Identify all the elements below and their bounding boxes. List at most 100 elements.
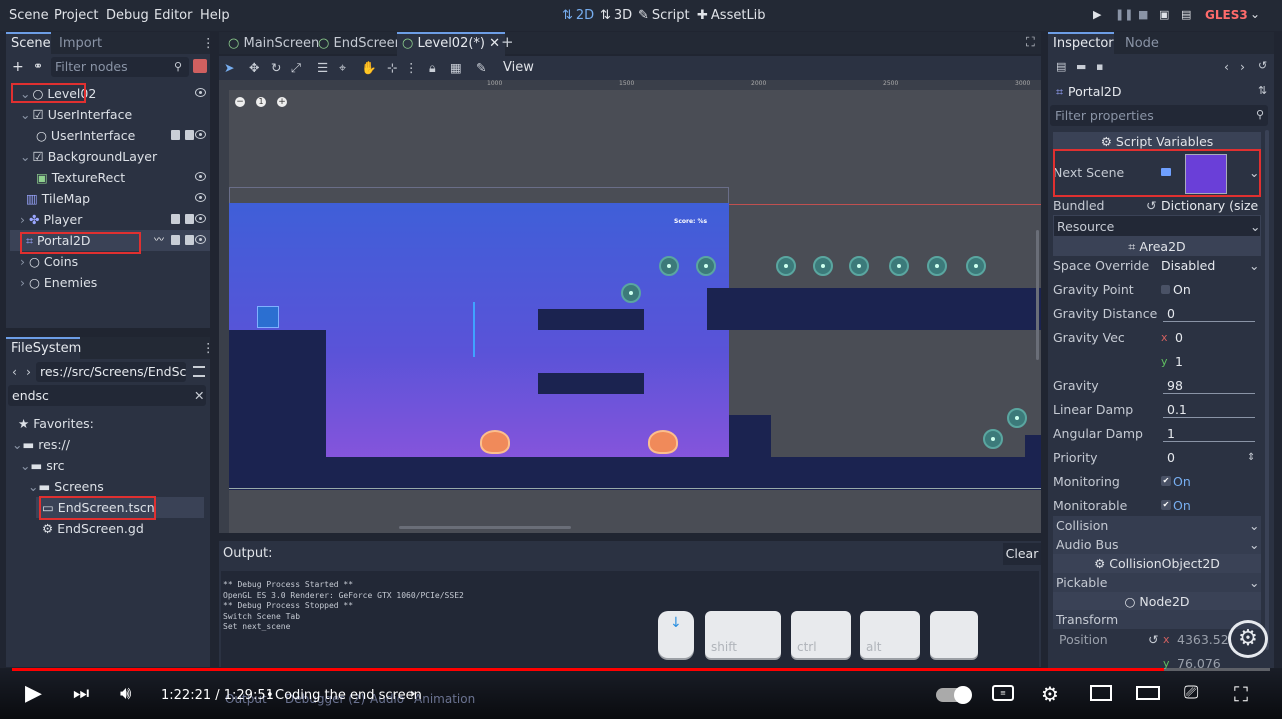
stop-icon[interactable]: ■ — [1138, 8, 1148, 21]
move-tool-icon[interactable]: ✥ — [249, 60, 259, 75]
new-resource-icon[interactable]: ▤ — [1056, 60, 1066, 73]
coin[interactable] — [966, 256, 986, 276]
pause-icon[interactable]: ❚❚ — [1115, 8, 1133, 21]
view-menu[interactable]: View — [503, 60, 534, 75]
tab-filesystem[interactable]: FileSystem — [6, 337, 81, 361]
coin[interactable] — [776, 256, 796, 276]
visibility-icon[interactable] — [195, 172, 206, 181]
add-node-icon[interactable]: + — [12, 59, 24, 75]
miniplayer-icon[interactable] — [1090, 685, 1112, 701]
skeleton-icon[interactable]: ✎ — [476, 60, 486, 75]
menu-editor[interactable]: Editor — [154, 8, 192, 23]
group-pickable[interactable]: Pickable ⌄ — [1053, 573, 1261, 592]
snap-options-icon[interactable]: ⋮ — [405, 60, 418, 75]
revert-icon[interactable]: ↺ — [1146, 195, 1156, 217]
lock-icon[interactable]: 🔒︎ — [429, 60, 436, 76]
filter-nodes-input[interactable]: Filter nodes — [51, 57, 189, 77]
tab-node[interactable]: Node — [1120, 32, 1164, 56]
zoom-reset-icon[interactable]: 1 — [256, 97, 266, 107]
list-select-icon[interactable]: ☰ — [317, 60, 328, 75]
next-icon[interactable]: ⏭︎ — [73, 683, 89, 704]
fullscreen-icon[interactable]: ⛶ — [1026, 34, 1035, 50]
settings-icon[interactable]: ⚙ — [1041, 682, 1059, 706]
file-endscreen-gd[interactable]: ⚙ EndScreen.gd — [42, 518, 242, 539]
scale-tool-icon[interactable]: ⤢ — [291, 60, 301, 76]
pivot-icon[interactable]: ⌖ — [339, 60, 346, 76]
zoom-in-icon[interactable]: + — [277, 97, 287, 107]
visibility-icon[interactable] — [195, 130, 206, 139]
coin[interactable] — [1007, 408, 1027, 428]
play-current-icon[interactable]: ▤ — [1181, 8, 1191, 21]
prop-monitoring[interactable]: Monitoring ✔ On — [1053, 471, 1261, 493]
close-icon[interactable]: ✕ — [489, 36, 500, 51]
prop-gravity-vec-x[interactable]: Gravity Vec x 0 — [1053, 327, 1261, 349]
chevron-down-icon[interactable]: ⌄ — [1250, 7, 1260, 21]
visibility-icon[interactable] — [195, 193, 206, 202]
folder-src[interactable]: ⌄▬ src — [20, 455, 220, 476]
path-field[interactable]: res://src/Screens/EndScr — [36, 362, 186, 382]
progress-track[interactable] — [12, 668, 1270, 671]
menu-help[interactable]: Help — [200, 8, 230, 23]
coin[interactable] — [849, 256, 869, 276]
mode-3d[interactable]: ⇅ 3D — [600, 8, 632, 23]
canvas-viewport[interactable]: 1000 1500 2000 2500 3000 − 1 + Score: %s — [219, 80, 1041, 533]
tab-level02[interactable]: ○ Level02(*) ✕ — [397, 32, 506, 56]
group-icon[interactable]: ▦ — [450, 60, 462, 75]
menu-scene[interactable]: Scene — [9, 8, 49, 23]
menu-debug[interactable]: Debug — [106, 8, 149, 23]
checkbox[interactable] — [1161, 285, 1170, 294]
instance-icon[interactable] — [171, 235, 180, 245]
close-icon[interactable]: ✕ — [194, 388, 204, 403]
script-icon[interactable] — [185, 130, 194, 140]
add-tab-icon[interactable]: + — [501, 33, 514, 51]
script-icon[interactable] — [185, 235, 194, 245]
instance-icon[interactable] — [171, 214, 180, 224]
bottom-tab-animation[interactable]: Animation — [414, 692, 475, 706]
play-icon[interactable]: ▶ — [25, 681, 42, 706]
history-forward-icon[interactable]: › — [1240, 59, 1245, 74]
mode-script[interactable]: ✎ Script — [638, 8, 690, 23]
section-area2d[interactable]: ⌗ Area2D — [1053, 237, 1261, 256]
section-node2d[interactable]: ○ Node2D — [1053, 592, 1261, 611]
player-sprite[interactable] — [257, 306, 279, 328]
prop-gravity-point[interactable]: Gravity Point On — [1053, 279, 1261, 301]
autoplay-toggle[interactable] — [936, 686, 972, 704]
tree-node-coins[interactable]: › ○ Coins — [10, 251, 210, 272]
menu-project[interactable]: Project — [54, 8, 98, 23]
zoom-out-icon[interactable]: − — [235, 97, 245, 107]
checkbox-checked[interactable]: ✔ — [1161, 500, 1171, 510]
filter-properties-input[interactable]: Filter properties — [1050, 105, 1268, 126]
coin[interactable] — [659, 256, 679, 276]
signal-icon[interactable]: 〰 — [154, 230, 164, 251]
h-scrollbar[interactable] — [399, 526, 571, 529]
menu-dots-icon[interactable]: ⋮ — [202, 340, 215, 355]
script-icon[interactable] — [185, 214, 194, 224]
tab-import[interactable]: Import — [54, 32, 107, 56]
mode-assetlib[interactable]: ✚ AssetLib — [697, 8, 766, 23]
coin[interactable] — [813, 256, 833, 276]
split-icon[interactable] — [193, 366, 205, 377]
enemy[interactable] — [480, 430, 510, 454]
clear-button[interactable]: Clear — [1003, 543, 1041, 565]
play-scene-icon[interactable]: ▶ — [1093, 8, 1101, 21]
chapter-title[interactable]: Coding the end screen — [275, 688, 422, 703]
play-custom-icon[interactable]: ▣ — [1159, 8, 1169, 21]
prop-monitorable[interactable]: Monitorable ✔ On — [1053, 495, 1261, 517]
tree-node-userinterface[interactable]: ⌄ ☑ UserInterface — [10, 104, 210, 125]
captions-icon[interactable]: ≡ — [992, 685, 1014, 701]
inspector-scrollbar[interactable] — [1265, 130, 1269, 650]
v-scrollbar[interactable] — [1036, 230, 1039, 360]
pan-tool-icon[interactable]: ✋ — [361, 60, 377, 76]
back-icon[interactable]: ‹ — [12, 364, 17, 379]
link-icon[interactable]: ⚭ — [33, 59, 43, 73]
favorites-item[interactable]: ★ Favorites: — [18, 413, 218, 434]
checkbox-checked[interactable]: ✔ — [1161, 476, 1171, 486]
forward-icon[interactable]: › — [26, 364, 31, 379]
chevron-down-icon[interactable]: ⌄ — [1249, 255, 1259, 277]
prop-bundled[interactable]: Bundled ↺ Dictionary (size — [1053, 195, 1261, 217]
menu-dots-icon[interactable]: ⋮ — [202, 35, 215, 50]
prop-space-override[interactable]: Space Override Disabled ⌄ — [1053, 255, 1261, 277]
object-props-icon[interactable]: ⇅ — [1258, 84, 1267, 97]
prop-gravity-vec-y[interactable]: y1 — [1053, 351, 1261, 373]
coin[interactable] — [889, 256, 909, 276]
